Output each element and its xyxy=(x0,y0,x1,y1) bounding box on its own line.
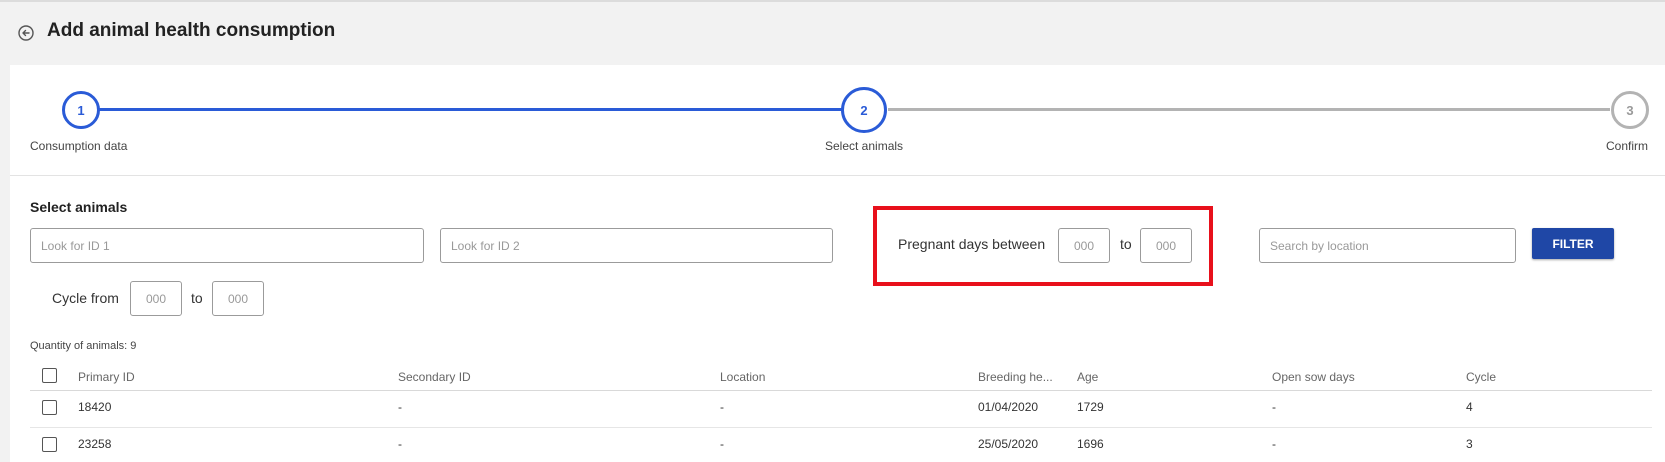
cell-cycle: 4 xyxy=(1466,400,1473,414)
cell-primary-id: 18420 xyxy=(78,400,112,414)
page-header: Add animal health consumption xyxy=(0,0,1665,64)
filter-button[interactable]: FILTER xyxy=(1532,228,1614,259)
cycle-to-input[interactable]: 000 xyxy=(212,281,264,316)
cell-location: - xyxy=(720,400,724,414)
page-title: Add animal health consumption xyxy=(47,20,336,41)
column-header-cycle[interactable]: Cycle xyxy=(1466,370,1496,384)
id2-search-input[interactable]: Look for ID 2 xyxy=(440,228,833,263)
animal-quantity: Quantity of animals: 9 xyxy=(30,340,137,352)
select-all-checkbox[interactable] xyxy=(42,368,57,383)
cell-primary-id: 23258 xyxy=(78,437,112,451)
step-2-label: Select animals xyxy=(825,139,904,153)
step-2-circle[interactable]: 2 xyxy=(841,87,887,133)
stepper-line-completed xyxy=(95,108,848,111)
cell-breeding-date: 01/04/2020 xyxy=(978,400,1039,414)
cell-secondary-id: - xyxy=(398,400,402,414)
cell-breeding-date: 25/05/2020 xyxy=(978,437,1039,451)
cell-location: - xyxy=(720,437,724,451)
step-1-circle[interactable]: 1 xyxy=(62,91,100,129)
cell-cycle: 3 xyxy=(1466,437,1473,451)
column-header-primary-id[interactable]: Primary ID xyxy=(78,370,135,384)
row-checkbox[interactable] xyxy=(42,437,57,452)
back-arrow-icon[interactable] xyxy=(17,24,35,42)
column-header-location[interactable]: Location xyxy=(720,370,765,384)
column-header-secondary-id[interactable]: Secondary ID xyxy=(398,370,471,384)
step-3-label: Confirm xyxy=(1606,139,1649,153)
cell-secondary-id: - xyxy=(398,437,402,451)
highlight-annotation xyxy=(873,206,1213,286)
cycle-to-label: to xyxy=(191,290,203,306)
cell-open-sow-days: - xyxy=(1272,400,1276,414)
stepper-line-pending xyxy=(888,108,1610,111)
step-1-label: Consumption data xyxy=(30,139,128,153)
cell-age: 1696 xyxy=(1077,437,1104,451)
main-card xyxy=(10,65,1665,462)
section-title: Select animals xyxy=(30,199,128,215)
cell-open-sow-days: - xyxy=(1272,437,1276,451)
row-checkbox[interactable] xyxy=(42,400,57,415)
id1-search-input[interactable]: Look for ID 1 xyxy=(30,228,424,263)
column-header-breeding[interactable]: Breeding he... xyxy=(978,370,1053,384)
stepper-divider xyxy=(10,175,1665,176)
step-3-circle: 3 xyxy=(1611,91,1649,129)
cycle-from-input[interactable]: 000 xyxy=(130,281,182,316)
location-search-input[interactable]: Search by location xyxy=(1259,228,1516,263)
cell-age: 1729 xyxy=(1077,400,1104,414)
table-header-divider xyxy=(30,390,1652,391)
column-header-open-sow-days[interactable]: Open sow days xyxy=(1272,370,1355,384)
column-header-age[interactable]: Age xyxy=(1077,370,1098,384)
row-divider xyxy=(30,427,1652,428)
cycle-from-label: Cycle from xyxy=(52,290,119,306)
